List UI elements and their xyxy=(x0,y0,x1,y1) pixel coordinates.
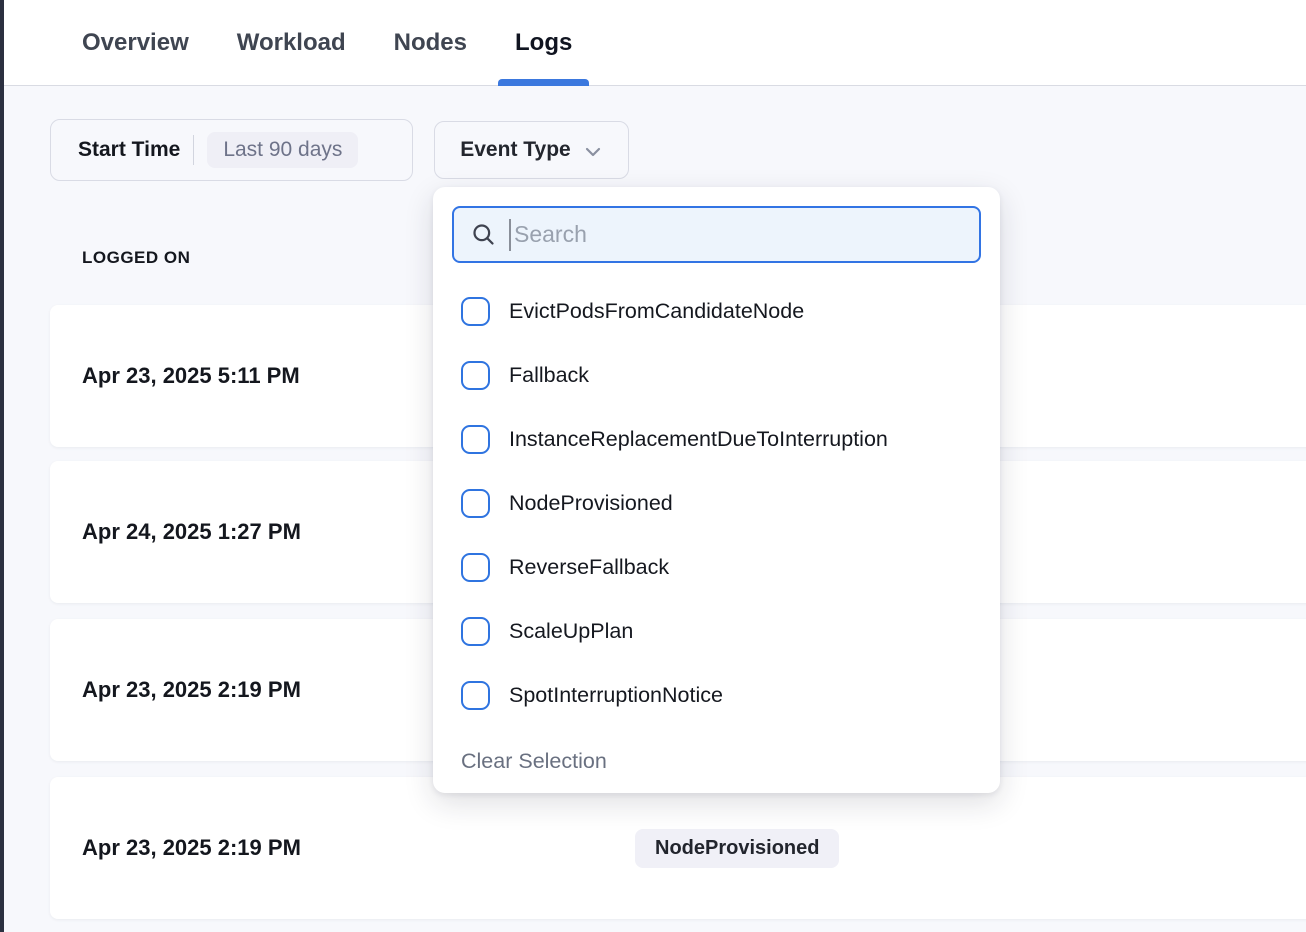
tab-overview-label: Overview xyxy=(82,29,189,57)
event-type-dropdown-panel: EvictPodsFromCandidateNode Fallback Inst… xyxy=(433,187,1000,793)
logs-page: Overview Workload Nodes Logs Start Time … xyxy=(0,0,1306,932)
tab-nodes-label: Nodes xyxy=(394,29,467,57)
tab-bar: Overview Workload Nodes Logs xyxy=(4,0,1306,86)
text-caret xyxy=(509,219,511,251)
event-type-label: Event Type xyxy=(460,138,570,162)
logged-on-cell: Apr 23, 2025 5:11 PM xyxy=(82,363,300,389)
event-type-filter-button[interactable]: Event Type xyxy=(434,121,629,179)
table-row[interactable]: Apr 23, 2025 2:19 PM NodeProvisioned xyxy=(50,777,1306,919)
logged-on-cell: Apr 23, 2025 2:19 PM xyxy=(82,835,301,861)
logged-on-cell: Apr 24, 2025 1:27 PM xyxy=(82,519,301,545)
search-icon xyxy=(470,221,497,248)
column-header-logged-on: LOGGED ON xyxy=(82,248,190,268)
option-instancereplacementduetointerruption[interactable]: InstanceReplacementDueToInterruption xyxy=(452,407,981,471)
sidebar-edge xyxy=(0,0,4,932)
option-fallback[interactable]: Fallback xyxy=(452,343,981,407)
checkbox-unchecked-icon[interactable] xyxy=(461,553,490,582)
checkbox-unchecked-icon[interactable] xyxy=(461,617,490,646)
clear-selection-button[interactable]: Clear Selection xyxy=(452,749,981,774)
option-nodeprovisioned[interactable]: NodeProvisioned xyxy=(452,471,981,535)
filter-divider xyxy=(193,135,194,165)
logged-on-cell: Apr 23, 2025 2:19 PM xyxy=(82,677,301,703)
chevron-down-icon xyxy=(583,142,603,162)
option-scaleupplan[interactable]: ScaleUpPlan xyxy=(452,599,981,663)
tab-workload-label: Workload xyxy=(237,29,346,57)
tab-logs[interactable]: Logs xyxy=(498,0,589,85)
search-input[interactable] xyxy=(514,221,963,248)
start-time-label: Start Time xyxy=(78,138,180,162)
start-time-filter[interactable]: Start Time Last 90 days xyxy=(50,119,413,181)
tab-logs-label: Logs xyxy=(515,29,572,57)
event-type-badge: NodeProvisioned xyxy=(635,829,839,868)
option-spotinterruptionnotice[interactable]: SpotInterruptionNotice xyxy=(452,663,981,727)
checkbox-unchecked-icon[interactable] xyxy=(461,297,490,326)
checkbox-unchecked-icon[interactable] xyxy=(461,361,490,390)
start-time-value-chip[interactable]: Last 90 days xyxy=(207,132,358,168)
event-type-option-list: EvictPodsFromCandidateNode Fallback Inst… xyxy=(452,279,981,727)
tab-workload[interactable]: Workload xyxy=(220,0,363,85)
option-reversefallback[interactable]: ReverseFallback xyxy=(452,535,981,599)
checkbox-unchecked-icon[interactable] xyxy=(461,489,490,518)
tab-overview[interactable]: Overview xyxy=(65,0,206,85)
dropdown-search-box[interactable] xyxy=(452,206,981,263)
checkbox-unchecked-icon[interactable] xyxy=(461,681,490,710)
option-evictpodsfromcandidatenode[interactable]: EvictPodsFromCandidateNode xyxy=(452,279,981,343)
tab-nodes[interactable]: Nodes xyxy=(377,0,484,85)
checkbox-unchecked-icon[interactable] xyxy=(461,425,490,454)
